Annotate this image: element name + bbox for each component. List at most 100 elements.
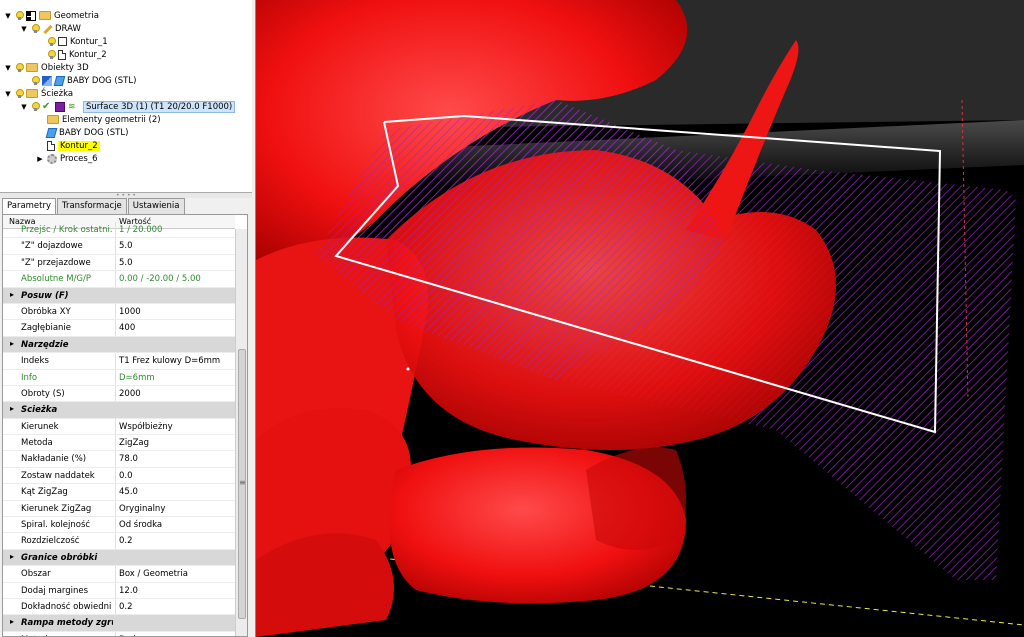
tree-node-geometria[interactable]: ▼ Geometria xyxy=(4,9,99,22)
property-value[interactable]: Box / Geometria xyxy=(119,569,188,579)
expand-toggle-icon[interactable]: ▶ xyxy=(36,155,44,163)
3d-viewport[interactable] xyxy=(256,0,1024,637)
property-row[interactable]: Rozdzielczość 0.2 xyxy=(3,533,235,550)
category-label: Ścieżka xyxy=(21,405,58,416)
property-row[interactable]: Obroty (S) 2000 xyxy=(3,385,235,403)
property-value[interactable]: 400 xyxy=(119,323,135,333)
property-value[interactable]: 1000 xyxy=(119,307,141,317)
tab-transformacje[interactable]: Transformacje xyxy=(57,198,127,214)
property-row[interactable]: Indeks T1 Frez kulowy D=6mm xyxy=(3,353,235,370)
property-row[interactable]: Metoda ZigZag xyxy=(3,435,235,452)
property-value[interactable]: 1 / 20.000 xyxy=(119,225,162,235)
tab-parametry[interactable]: Parametry xyxy=(2,198,57,215)
gear-icon xyxy=(47,153,57,164)
tree-node-proces-6[interactable]: ▶ Proces_6 xyxy=(36,152,97,165)
property-row[interactable]: Nakładanie (%) 78.0 xyxy=(3,451,235,468)
expand-toggle-icon[interactable]: ▼ xyxy=(4,64,12,72)
tree-node-baby-dog[interactable]: BABY DOG (STL) xyxy=(20,74,136,87)
property-row[interactable]: Obszar Box / Geometria xyxy=(3,566,235,583)
category-label: Posuw (F) xyxy=(21,290,69,301)
property-name: "Z" przejazdowe xyxy=(21,257,91,268)
property-value[interactable]: Oryginalny xyxy=(119,504,165,514)
property-name: Nakładanie (%) xyxy=(21,454,87,465)
property-row[interactable]: Dodaj margines 12.0 xyxy=(3,582,235,599)
bulb-icon[interactable] xyxy=(15,88,24,99)
bulb-icon[interactable] xyxy=(31,101,40,112)
property-row[interactable]: Zagłębianie 400 xyxy=(3,320,235,337)
square-icon xyxy=(58,37,67,46)
property-value[interactable]: D=6mm xyxy=(119,373,155,383)
property-value[interactable]: 5.0 xyxy=(119,241,133,251)
property-value[interactable]: 5.0 xyxy=(119,258,133,268)
property-row[interactable]: Obróbka XY 1000 xyxy=(3,303,235,321)
property-value[interactable]: T1 Frez kulowy D=6mm xyxy=(119,356,220,366)
expand-toggle-icon[interactable]: ▼ xyxy=(20,103,28,111)
property-row[interactable]: Kąt ZigZag 45.0 xyxy=(3,484,235,501)
tree-node-label: Geometria xyxy=(54,10,99,21)
blue3d-icon xyxy=(42,75,52,86)
tree-node-kontur-1[interactable]: Kontur_1 xyxy=(36,35,108,48)
property-value[interactable]: 0.00 / -20.00 / 5.00 xyxy=(119,274,201,284)
bulb-icon[interactable] xyxy=(31,23,40,34)
expand-toggle-icon[interactable]: ▼ xyxy=(4,12,12,20)
property-name: Info xyxy=(21,372,38,383)
property-row[interactable]: "Z" przejazdowe 5.0 xyxy=(3,254,235,272)
column-divider xyxy=(115,435,116,451)
property-grid-scrollbar[interactable] xyxy=(235,229,247,636)
property-value[interactable]: 45.0 xyxy=(119,487,138,497)
expand-toggle-icon[interactable]: ▼ xyxy=(4,90,12,98)
property-value[interactable]: 2000 xyxy=(119,389,141,399)
property-category[interactable]: Narzędzie xyxy=(3,336,235,354)
tree-node-draw[interactable]: ▼ DRAW xyxy=(20,22,81,35)
tab-ustawienia[interactable]: Ustawienia xyxy=(127,198,185,214)
scrollbar-thumb[interactable] xyxy=(238,349,246,619)
property-value[interactable]: 78.0 xyxy=(119,454,138,464)
property-value[interactable]: 12.0 xyxy=(119,586,138,596)
property-value[interactable]: Od środka xyxy=(119,520,162,530)
folder-icon xyxy=(39,11,51,20)
property-value[interactable]: 0.2 xyxy=(119,536,133,546)
property-category[interactable]: Ścieżka xyxy=(3,402,235,419)
bulb-icon[interactable] xyxy=(47,36,56,47)
property-value[interactable]: 0.2 xyxy=(119,602,133,612)
property-value[interactable]: Współbieżny xyxy=(119,422,173,432)
property-category[interactable]: Granice obróbki xyxy=(3,549,235,567)
grid-icon xyxy=(26,10,36,21)
property-row[interactable]: Kierunek ZigZag Oryginalny xyxy=(3,500,235,518)
expand-toggle-icon[interactable]: ▼ xyxy=(20,25,28,33)
column-divider xyxy=(115,369,116,385)
tree-node-kontur-2-ref[interactable]: Kontur_2 xyxy=(36,139,100,152)
tree-node-surface-3d[interactable]: ▼ ✔ ≋ Surface 3D (1) (T1 20/20.0 F1000) xyxy=(20,100,236,113)
tree-node-label: Kontur_2 xyxy=(58,140,100,151)
tree-node-obiekty-3d[interactable]: ▼ Obiekty 3D xyxy=(4,61,89,74)
property-row[interactable]: Spiral. kolejność Od środka xyxy=(3,517,235,534)
bulb-icon[interactable] xyxy=(31,75,40,86)
tree-node-label: BABY DOG (STL) xyxy=(67,75,137,86)
property-value[interactable]: ZigZag xyxy=(119,438,149,448)
tree-node-kontur-2[interactable]: Kontur_2 xyxy=(36,48,107,61)
property-row[interactable]: MetodaBrak xyxy=(3,631,235,636)
bulb-icon[interactable] xyxy=(15,62,24,73)
property-row[interactable]: "Z" dojazdowe 5.0 xyxy=(3,238,235,255)
property-row[interactable]: Info D=6mm xyxy=(3,369,235,386)
tree-node-label: Kontur_2 xyxy=(69,49,107,60)
tree-node-sciezka[interactable]: ▼ Ścieżka xyxy=(4,87,73,100)
property-category[interactable]: Posuw (F) xyxy=(3,287,235,304)
property-row[interactable]: Kierunek Współbieżny xyxy=(3,418,235,436)
tree-node-elementy[interactable]: Elementy geometrii (2) xyxy=(36,113,161,126)
property-row[interactable]: Dokładność obwiedni 0.2 xyxy=(3,598,235,616)
tree-node-baby-dog-ref[interactable]: BABY DOG (STL) xyxy=(36,126,128,139)
project-tree[interactable]: ▼ Geometria ▼ DRAW Kontur_1 Kontur_2 ▼ Obiekty … xyxy=(0,0,252,193)
property-category[interactable]: Rampa metody zgrubnej xyxy=(3,615,235,632)
3d-scene[interactable] xyxy=(256,0,1024,637)
property-name: "Z" dojazdowe xyxy=(21,241,83,252)
column-divider xyxy=(115,598,116,615)
bulb-icon[interactable] xyxy=(15,10,24,21)
property-row[interactable]: Przejśc / Krok ostatni... 1 / 20.000 xyxy=(3,222,235,239)
property-row[interactable]: Zostaw naddatek 0.0 xyxy=(3,467,235,485)
bulb-icon[interactable] xyxy=(47,49,56,60)
property-value[interactable]: 0.0 xyxy=(119,471,133,481)
property-row[interactable]: Absolutne M/G/P 0.00 / -20.00 / 5.00 xyxy=(3,271,235,288)
